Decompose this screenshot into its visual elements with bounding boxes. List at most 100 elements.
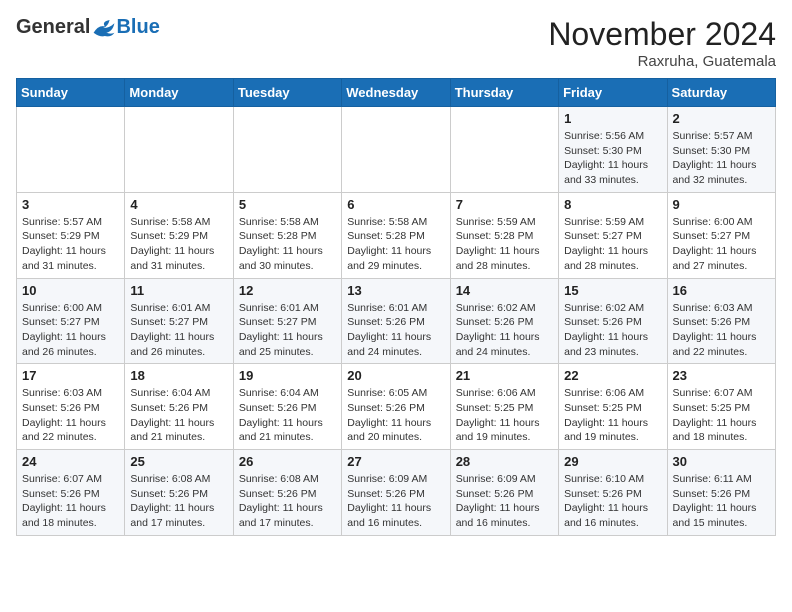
calendar-cell: 25Sunrise: 6:08 AM Sunset: 5:26 PM Dayli… — [125, 450, 233, 536]
calendar-cell: 10 Sunrise: 6:00 AM Sunset: 5:27 PM Dayli… — [17, 278, 125, 364]
calendar-cell — [125, 107, 233, 193]
day-number: 9 — [673, 197, 770, 212]
calendar-cell: 20 Sunrise: 6:05 AM Sunset: 5:26 PM Dayli… — [342, 364, 450, 450]
weekday-header-friday: Friday — [559, 79, 667, 107]
calendar-cell — [17, 107, 125, 193]
day-number: 12 — [239, 283, 336, 298]
calendar-week-row: 17 Sunrise: 6:03 AM Sunset: 5:26 PM Dayli… — [17, 364, 776, 450]
calendar-cell: 6Sunrise: 5:58 AM Sunset: 5:28 PM Daylig… — [342, 192, 450, 278]
day-number: 10 — [22, 283, 119, 298]
day-info: Sunrise: 6:06 AM Sunset: 5:25 PM Dayligh… — [564, 386, 661, 445]
day-number: 11 — [130, 283, 227, 298]
calendar-cell: 8Sunrise: 5:59 AM Sunset: 5:27 PM Daylig… — [559, 192, 667, 278]
day-number: 13 — [347, 283, 444, 298]
day-number: 3 — [22, 197, 119, 212]
day-info: Sunrise: 6:11 AM Sunset: 5:26 PM Dayligh… — [673, 472, 770, 531]
day-info: Sunrise: 6:01 AM Sunset: 5:27 PM Dayligh… — [239, 301, 336, 360]
weekday-header-tuesday: Tuesday — [233, 79, 341, 107]
day-number: 19 — [239, 368, 336, 383]
day-info: Sunrise: 5:58 AM Sunset: 5:28 PM Dayligh… — [347, 215, 444, 274]
calendar-week-row: 1 Sunrise: 5:56 AM Sunset: 5:30 PM Daylig… — [17, 107, 776, 193]
calendar-cell: 11 Sunrise: 6:01 AM Sunset: 5:27 PM Dayli… — [125, 278, 233, 364]
day-number: 26 — [239, 454, 336, 469]
calendar-cell: 28 Sunrise: 6:09 AM Sunset: 5:26 PM Dayli… — [450, 450, 558, 536]
calendar-cell: 2 Sunrise: 5:57 AM Sunset: 5:30 PM Daylig… — [667, 107, 775, 193]
calendar-cell: 1 Sunrise: 5:56 AM Sunset: 5:30 PM Daylig… — [559, 107, 667, 193]
calendar-cell: 14Sunrise: 6:02 AM Sunset: 5:26 PM Dayli… — [450, 278, 558, 364]
day-number: 23 — [673, 368, 770, 383]
day-number: 28 — [456, 454, 553, 469]
day-info: Sunrise: 6:08 AM Sunset: 5:26 PM Dayligh… — [239, 472, 336, 531]
title-section: November 2024 Raxruha, Guatemala — [548, 16, 776, 70]
logo-blue-text: Blue — [116, 16, 159, 39]
day-info: Sunrise: 6:07 AM Sunset: 5:26 PM Dayligh… — [22, 472, 119, 531]
day-number: 24 — [22, 454, 119, 469]
day-info: Sunrise: 6:09 AM Sunset: 5:26 PM Dayligh… — [347, 472, 444, 531]
day-number: 7 — [456, 197, 553, 212]
calendar-week-row: 24 Sunrise: 6:07 AM Sunset: 5:26 PM Dayli… — [17, 450, 776, 536]
logo: General Blue — [16, 16, 160, 39]
day-info: Sunrise: 6:04 AM Sunset: 5:26 PM Dayligh… — [239, 386, 336, 445]
day-info: Sunrise: 6:00 AM Sunset: 5:27 PM Dayligh… — [22, 301, 119, 360]
day-number: 15 — [564, 283, 661, 298]
calendar-cell: 9 Sunrise: 6:00 AM Sunset: 5:27 PM Daylig… — [667, 192, 775, 278]
day-info: Sunrise: 6:02 AM Sunset: 5:26 PM Dayligh… — [564, 301, 661, 360]
calendar-cell: 4 Sunrise: 5:58 AM Sunset: 5:29 PM Daylig… — [125, 192, 233, 278]
day-number: 2 — [673, 111, 770, 126]
calendar-cell: 7 Sunrise: 5:59 AM Sunset: 5:28 PM Daylig… — [450, 192, 558, 278]
weekday-header-saturday: Saturday — [667, 79, 775, 107]
calendar-cell: 5 Sunrise: 5:58 AM Sunset: 5:28 PM Daylig… — [233, 192, 341, 278]
day-info: Sunrise: 6:01 AM Sunset: 5:27 PM Dayligh… — [130, 301, 227, 360]
day-info: Sunrise: 6:05 AM Sunset: 5:26 PM Dayligh… — [347, 386, 444, 445]
calendar-cell — [342, 107, 450, 193]
day-number: 27 — [347, 454, 444, 469]
weekday-header-sunday: Sunday — [17, 79, 125, 107]
day-number: 4 — [130, 197, 227, 212]
location-subtitle: Raxruha, Guatemala — [548, 53, 776, 70]
calendar-cell: 18 Sunrise: 6:04 AM Sunset: 5:26 PM Dayli… — [125, 364, 233, 450]
day-info: Sunrise: 5:57 AM Sunset: 5:29 PM Dayligh… — [22, 215, 119, 274]
calendar-cell: 26 Sunrise: 6:08 AM Sunset: 5:26 PM Dayli… — [233, 450, 341, 536]
logo-bird-icon — [92, 18, 116, 38]
calendar-cell: 30Sunrise: 6:11 AM Sunset: 5:26 PM Dayli… — [667, 450, 775, 536]
day-number: 18 — [130, 368, 227, 383]
calendar-cell: 17 Sunrise: 6:03 AM Sunset: 5:26 PM Dayli… — [17, 364, 125, 450]
day-number: 8 — [564, 197, 661, 212]
day-info: Sunrise: 5:56 AM Sunset: 5:30 PM Dayligh… — [564, 129, 661, 188]
calendar-header-row: SundayMondayTuesdayWednesdayThursdayFrid… — [17, 79, 776, 107]
day-number: 5 — [239, 197, 336, 212]
calendar-cell: 22Sunrise: 6:06 AM Sunset: 5:25 PM Dayli… — [559, 364, 667, 450]
day-number: 17 — [22, 368, 119, 383]
weekday-header-wednesday: Wednesday — [342, 79, 450, 107]
day-number: 1 — [564, 111, 661, 126]
day-info: Sunrise: 5:57 AM Sunset: 5:30 PM Dayligh… — [673, 129, 770, 188]
day-number: 25 — [130, 454, 227, 469]
month-title: November 2024 — [548, 16, 776, 53]
calendar-cell: 13Sunrise: 6:01 AM Sunset: 5:26 PM Dayli… — [342, 278, 450, 364]
day-number: 20 — [347, 368, 444, 383]
day-info: Sunrise: 6:09 AM Sunset: 5:26 PM Dayligh… — [456, 472, 553, 531]
day-info: Sunrise: 6:04 AM Sunset: 5:26 PM Dayligh… — [130, 386, 227, 445]
day-number: 14 — [456, 283, 553, 298]
page-header: General Blue November 2024 Raxruha, Guat… — [16, 16, 776, 70]
day-info: Sunrise: 5:58 AM Sunset: 5:29 PM Dayligh… — [130, 215, 227, 274]
weekday-header-thursday: Thursday — [450, 79, 558, 107]
calendar-week-row: 3 Sunrise: 5:57 AM Sunset: 5:29 PM Daylig… — [17, 192, 776, 278]
calendar-cell — [233, 107, 341, 193]
calendar-cell: 3 Sunrise: 5:57 AM Sunset: 5:29 PM Daylig… — [17, 192, 125, 278]
calendar-cell: 16 Sunrise: 6:03 AM Sunset: 5:26 PM Dayli… — [667, 278, 775, 364]
calendar-cell: 21 Sunrise: 6:06 AM Sunset: 5:25 PM Dayli… — [450, 364, 558, 450]
calendar-cell: 29Sunrise: 6:10 AM Sunset: 5:26 PM Dayli… — [559, 450, 667, 536]
day-info: Sunrise: 6:03 AM Sunset: 5:26 PM Dayligh… — [673, 301, 770, 360]
calendar-cell: 12 Sunrise: 6:01 AM Sunset: 5:27 PM Dayli… — [233, 278, 341, 364]
day-number: 16 — [673, 283, 770, 298]
day-info: Sunrise: 6:00 AM Sunset: 5:27 PM Dayligh… — [673, 215, 770, 274]
day-number: 21 — [456, 368, 553, 383]
calendar-cell: 23Sunrise: 6:07 AM Sunset: 5:25 PM Dayli… — [667, 364, 775, 450]
day-info: Sunrise: 6:06 AM Sunset: 5:25 PM Dayligh… — [456, 386, 553, 445]
day-info: Sunrise: 5:58 AM Sunset: 5:28 PM Dayligh… — [239, 215, 336, 274]
day-info: Sunrise: 6:10 AM Sunset: 5:26 PM Dayligh… — [564, 472, 661, 531]
day-info: Sunrise: 6:03 AM Sunset: 5:26 PM Dayligh… — [22, 386, 119, 445]
logo-general-text: General — [16, 16, 90, 39]
day-info: Sunrise: 5:59 AM Sunset: 5:28 PM Dayligh… — [456, 215, 553, 274]
